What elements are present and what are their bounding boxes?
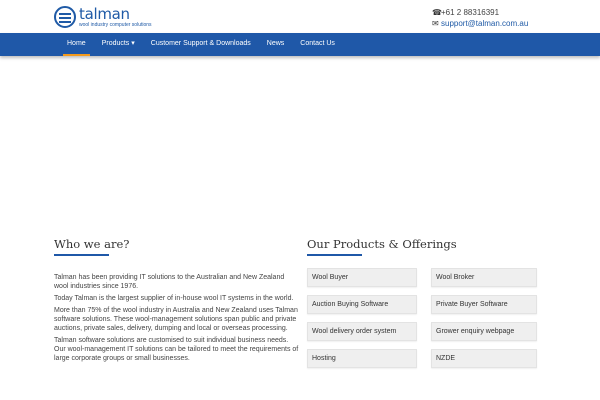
- product-grower-enquiry-webpage[interactable]: Grower enquiry webpage: [431, 322, 537, 341]
- nav-item-home[interactable]: Home: [59, 33, 94, 56]
- product-wool-delivery-order-system[interactable]: Wool delivery order system: [307, 322, 417, 341]
- phone-row: ☎ +61 2 88316391: [432, 7, 528, 18]
- products-grid: Wool Buyer Wool Broker Auction Buying So…: [307, 268, 537, 368]
- nav-item-news[interactable]: News: [259, 33, 293, 56]
- about-paragraph: Talman has been providing IT solutions t…: [54, 274, 285, 290]
- product-wool-buyer[interactable]: Wool Buyer: [307, 268, 417, 287]
- product-hosting[interactable]: Hosting: [307, 349, 417, 368]
- about-paragraph: More than 75% of the wool industry in Au…: [54, 307, 298, 332]
- about-title-underline: [54, 254, 109, 256]
- main-navbar: Home Products ▾ Customer Support & Downl…: [0, 33, 600, 56]
- brand-name: talman: [79, 4, 130, 23]
- phone-number: +61 2 88316391: [441, 8, 500, 17]
- product-auction-buying-software[interactable]: Auction Buying Software: [307, 295, 417, 314]
- nav-item-products[interactable]: Products ▾: [94, 33, 143, 56]
- products-title-underline: [307, 254, 362, 256]
- product-nzde[interactable]: NZDE: [431, 349, 537, 368]
- envelope-icon: ✉: [432, 19, 439, 28]
- about-paragraph: Today Talman is the largest supplier of …: [54, 295, 294, 302]
- email-link[interactable]: support@talman.com.au: [441, 18, 528, 29]
- talman-logo[interactable]: talman wool industry computer solutions: [54, 6, 152, 28]
- about-paragraph: Talman software solutions are customised…: [54, 337, 299, 362]
- brand-tagline: wool industry computer solutions: [79, 21, 152, 28]
- products-title: Our Products & Offerings: [307, 237, 457, 251]
- nav-menu: Home Products ▾ Customer Support & Downl…: [59, 33, 343, 56]
- nav-item-customer-support[interactable]: Customer Support & Downloads: [143, 33, 259, 56]
- about-text: Talman has been providing IT solutions t…: [54, 273, 299, 366]
- logo-text: talman wool industry computer solutions: [79, 4, 152, 28]
- product-wool-broker[interactable]: Wool Broker: [431, 268, 537, 287]
- phone-icon: ☎: [432, 8, 442, 17]
- logo-icon: [54, 6, 76, 28]
- product-private-buyer-software[interactable]: Private Buyer Software: [431, 295, 537, 314]
- email-row: ✉ support@talman.com.au: [432, 18, 528, 29]
- nav-item-contact-us[interactable]: Contact Us: [292, 33, 343, 56]
- contact-info: ☎ +61 2 88316391 ✉ support@talman.com.au: [432, 7, 528, 29]
- top-header: talman wool industry computer solutions …: [0, 0, 600, 33]
- about-title: Who we are?: [54, 237, 130, 251]
